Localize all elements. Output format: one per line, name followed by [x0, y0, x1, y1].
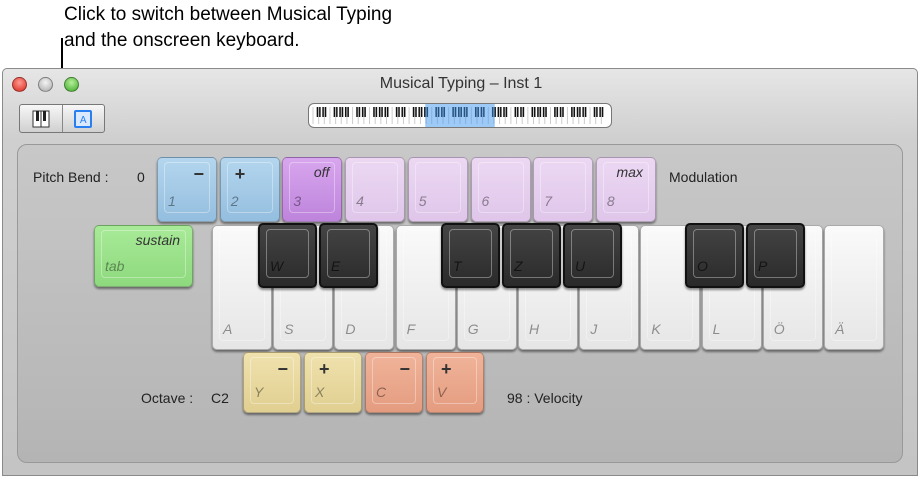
pitch-mod-key-5[interactable]: 5: [407, 157, 468, 222]
pitch-mod-key-1[interactable]: 1−: [157, 157, 217, 222]
key-letter: Z: [514, 258, 523, 274]
onscreen-keyboard-button[interactable]: [20, 105, 62, 132]
key-letter: H: [529, 321, 540, 337]
octave-key-X[interactable]: X +: [304, 352, 362, 413]
zoom-button[interactable]: [64, 77, 79, 92]
musical-typing-icon: A: [74, 109, 93, 128]
key-function-label: +: [441, 359, 452, 379]
key-letter: 2: [230, 193, 239, 209]
white-key-Ä[interactable]: Ä: [824, 225, 884, 350]
key-letter: X: [315, 384, 325, 400]
black-key-Z[interactable]: Z: [502, 223, 561, 288]
black-key-O[interactable]: O: [685, 223, 744, 288]
modulation-label: Modulation: [669, 169, 738, 185]
key-function-label: max: [616, 164, 643, 180]
minimize-button[interactable]: [38, 77, 53, 92]
key-letter: W: [270, 258, 284, 274]
black-key-W[interactable]: W: [258, 223, 317, 288]
mini-keyboard-range-selector[interactable]: [308, 103, 612, 128]
pitch-mod-key-7[interactable]: 7: [533, 157, 594, 222]
keyboard-mode-toggle[interactable]: A: [19, 104, 105, 133]
key-letter: 8: [606, 193, 615, 209]
key-letter: C: [376, 384, 387, 400]
key-function-label: −: [399, 359, 410, 379]
key-function-label: off: [313, 164, 330, 180]
key-letter: 3: [293, 193, 302, 209]
black-key-E[interactable]: E: [319, 223, 378, 288]
pitch-mod-key-3[interactable]: 3 off: [282, 157, 343, 222]
key-letter: G: [467, 321, 479, 337]
pitch-mod-key-6[interactable]: 6: [470, 157, 531, 222]
key-letter: E: [331, 258, 341, 274]
window-title: Musical Typing – Inst 1: [379, 75, 543, 92]
key-letter: P: [758, 258, 768, 274]
key-letter: L: [712, 321, 721, 337]
key-letter: 1: [168, 193, 176, 209]
sustain-key[interactable]: tab sustain: [94, 225, 193, 287]
octave-key-Y[interactable]: Y −: [243, 352, 301, 413]
key-letter: F: [406, 321, 416, 337]
key-letter: 7: [544, 193, 552, 209]
pitch-bend-value: 0: [137, 169, 145, 185]
key-function-label: +: [234, 164, 246, 184]
velocity-key-C[interactable]: C −: [365, 352, 423, 413]
key-letter: 5: [418, 193, 427, 209]
key-letter: tab: [105, 258, 125, 274]
black-key-U[interactable]: U: [563, 223, 622, 288]
key-letter: 4: [356, 193, 364, 209]
piano-icon: [32, 110, 50, 127]
black-key-T[interactable]: T: [441, 223, 500, 288]
velocity-label: 98 : Velocity: [507, 390, 583, 406]
key-letter: T: [453, 258, 462, 274]
key-letter: U: [575, 258, 586, 274]
key-function-label: sustain: [135, 232, 180, 248]
key-letter: V: [437, 384, 447, 400]
key-letter: O: [697, 258, 708, 274]
velocity-key-V[interactable]: V +: [426, 352, 484, 413]
octave-value: C2: [211, 390, 229, 406]
key-function-label: −: [277, 359, 288, 379]
key-letter: Ö: [773, 321, 785, 337]
key-letter: K: [651, 321, 661, 337]
octave-label: Octave :: [141, 390, 194, 406]
key-letter: S: [284, 321, 294, 337]
black-key-P[interactable]: P: [746, 223, 805, 288]
key-letter: Y: [254, 384, 264, 400]
musical-typing-button[interactable]: A: [61, 105, 105, 132]
key-letter: D: [345, 321, 356, 337]
mini-keyboard-visible-range: [425, 104, 495, 127]
key-letter: Ä: [835, 321, 845, 337]
key-function-label: +: [319, 359, 330, 379]
pitch-mod-key-4[interactable]: 4: [345, 157, 406, 222]
key-letter: J: [590, 321, 598, 337]
key-letter: 6: [481, 193, 490, 209]
pitch-mod-key-8[interactable]: 8 max: [595, 157, 656, 222]
pitch-mod-key-2[interactable]: 2 +: [219, 157, 280, 222]
key-letter: A: [223, 321, 233, 337]
pitch-bend-label: Pitch Bend :: [33, 169, 109, 185]
key-function-label: −: [193, 164, 204, 184]
close-button[interactable]: [12, 77, 27, 92]
